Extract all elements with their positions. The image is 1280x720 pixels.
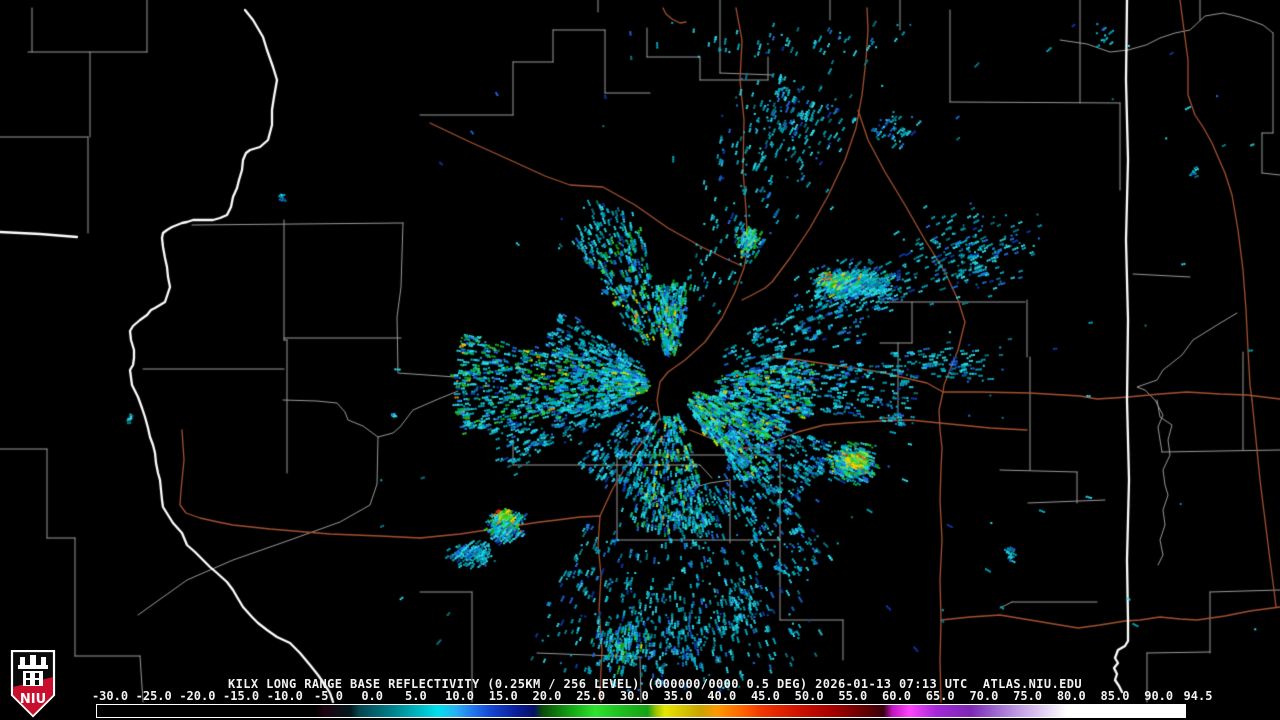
colorbar-tick-label: 30.0 <box>620 689 649 703</box>
radar-display-screen: { "header": { "title": "KILX LONG RANGE … <box>0 0 1280 720</box>
colorbar-tick-label: -20.0 <box>179 689 215 703</box>
colorbar-tick-label: -5.0 <box>314 689 343 703</box>
colorbar-tick-label: 80.0 <box>1057 689 1086 703</box>
niu-logo-text: NIU <box>20 692 46 707</box>
colorbar-tick-label: 75.0 <box>1013 689 1042 703</box>
colorbar-tick-label: 60.0 <box>882 689 911 703</box>
reflectivity-colorbar <box>96 704 1186 718</box>
colorbar-tick-label: -15.0 <box>223 689 259 703</box>
colorbar-tick-label: 10.0 <box>445 689 474 703</box>
colorbar-tick-label: 70.0 <box>969 689 998 703</box>
colorbar-tick-label: -25.0 <box>136 689 172 703</box>
colorbar-tick-label: 15.0 <box>489 689 518 703</box>
radar-map-canvas <box>0 0 1280 720</box>
niu-logo: NIU <box>10 650 56 718</box>
colorbar-tick-label: 94.5 <box>1184 689 1213 703</box>
colorbar-tick-label: -10.0 <box>267 689 303 703</box>
colorbar-tick-label: 50.0 <box>795 689 824 703</box>
colorbar-tick-label: 5.0 <box>405 689 427 703</box>
colorbar-tick-label: 55.0 <box>838 689 867 703</box>
colorbar-tick-label: 35.0 <box>664 689 693 703</box>
colorbar-labels: -30.0 -25.0 -20.0 -15.0 -10.0 -5.0 0.0 5.0 10.0 1… <box>0 689 1280 703</box>
colorbar-tick-label: 65.0 <box>926 689 955 703</box>
colorbar-tick-label: 90.0 <box>1144 689 1173 703</box>
colorbar-tick-label: 20.0 <box>532 689 561 703</box>
colorbar-tick-label: 40.0 <box>707 689 736 703</box>
colorbar-tick-label: 85.0 <box>1101 689 1130 703</box>
colorbar-tick-label: 45.0 <box>751 689 780 703</box>
colorbar-tick-label: -30.0 <box>92 689 128 703</box>
colorbar-tick-label: 25.0 <box>576 689 605 703</box>
colorbar-tick-label: 0.0 <box>361 689 383 703</box>
